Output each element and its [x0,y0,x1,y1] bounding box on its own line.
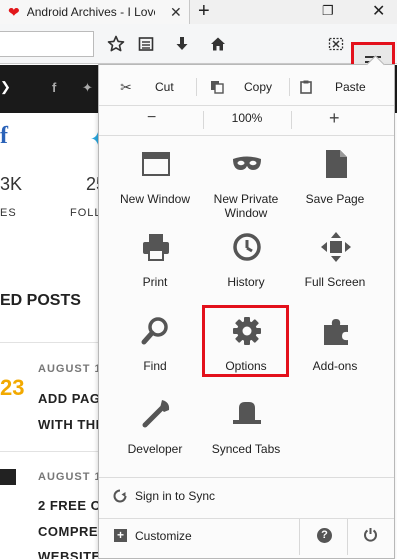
synced-tabs-button[interactable]: Synced Tabs [200,398,292,480]
new-private-window-button[interactable]: New Private Window [200,148,292,230]
paste-button[interactable]: Paste [297,72,366,102]
paste-label: Paste [335,80,366,94]
facebook-count-label: ES [0,207,17,219]
facebook-icon[interactable]: f [52,80,56,95]
clock-icon [233,233,261,261]
tile-label: New Private Window [213,192,279,220]
help-icon[interactable]: ? [317,528,332,543]
full-screen-button[interactable]: Full Screen [289,231,381,313]
url-bar[interactable] [0,31,94,57]
copy-label: Copy [244,80,273,94]
cut-label: Cut [155,80,174,94]
power-quit-icon[interactable] [363,527,378,546]
menu-footer: + Customize ? [99,519,394,555]
divider [347,519,348,555]
add-ons-button[interactable]: Add-ons [289,315,381,397]
zoom-out-button[interactable]: − [147,109,156,127]
new-window-icon [142,152,170,176]
restore-window-icon[interactable]: ❐ [322,3,334,19]
plus-icon: + [114,529,127,542]
zoom-in-button[interactable]: + [329,108,340,129]
tile-label: New Window [119,192,191,206]
chevron-icon[interactable]: ❯ [0,79,11,95]
customize-label: Customize [135,529,192,543]
active-tab[interactable]: ❤ Android Archives - I Love Free Softwar… [0,0,190,24]
divider [289,78,290,96]
customize-button[interactable]: + Customize [99,519,299,555]
tile-label: Full Screen [304,275,366,289]
divider [291,111,292,129]
magnifier-icon [141,317,168,345]
synced-tabs-icon [233,402,261,424]
copy-button[interactable]: Copy [208,72,272,102]
printer-icon [143,234,169,261]
edit-controls-row: ✂ Cut Copy Paste [99,72,394,102]
home-icon[interactable] [208,34,228,54]
download-icon[interactable] [172,34,192,54]
new-tab-button[interactable]: + [198,0,210,22]
divider [0,342,100,343]
scissors-icon: ✂ [120,78,132,95]
wrench-icon [142,400,170,428]
app-menu-panel: ✂ Cut Copy Paste − 100% + New Window New… [98,64,395,559]
bookmark-star-icon[interactable] [106,34,126,54]
zoom-controls-row: − 100% + [99,106,394,134]
options-highlight-box [202,305,289,377]
post-thumbnail[interactable] [0,469,16,485]
developer-button[interactable]: Developer [109,398,201,480]
related-posts-heading: ED POSTS [0,292,81,309]
sync-label: Sign in to Sync [135,489,216,503]
library-icon[interactable] [136,34,156,54]
clipboard-icon [297,80,315,94]
divider [0,451,100,452]
twitter-count-label: FOLL [70,207,102,219]
facebook-logo-icon[interactable]: f [0,123,8,150]
zoom-reset-button[interactable]: 100% [205,111,289,125]
post-thumbnail[interactable]: 23 [0,375,24,401]
divider [99,135,394,136]
title-bar: ❤ Android Archives - I Love Free Softwar… [0,0,397,24]
heart-favicon-icon: ❤ [8,4,20,20]
tile-label: Synced Tabs [211,442,281,456]
history-button[interactable]: History [200,231,292,313]
tab-close-icon[interactable]: ✕ [170,4,182,21]
save-page-icon [326,150,347,178]
print-button[interactable]: Print [109,231,201,313]
divider [203,111,204,129]
new-window-button[interactable]: New Window [109,148,201,230]
tile-label: Save Page [305,192,365,206]
private-mask-icon [233,156,261,170]
cut-button[interactable]: ✂ Cut [117,72,174,102]
screenshot-icon[interactable] [326,34,346,54]
close-window-icon[interactable]: ✕ [372,1,385,21]
copy-icon [208,80,226,94]
tile-label: History [227,275,265,289]
twitter-icon[interactable]: ✦ [82,80,93,96]
facebook-count: 3K [0,174,23,194]
tile-label: Developer [127,442,183,456]
full-screen-arrows-icon [321,232,351,262]
tile-label: Print [142,275,168,289]
divider [299,519,300,555]
save-page-button[interactable]: Save Page [289,148,381,230]
tile-label: Find [143,359,167,373]
divider [196,78,197,96]
tile-label: Add-ons [312,359,358,373]
puzzle-piece-icon [324,319,348,345]
navigation-toolbar [0,24,397,82]
sign-in-to-sync-button[interactable]: Sign in to Sync [99,478,394,514]
tab-title: Android Archives - I Love Free Software [26,5,155,19]
sync-icon [113,489,127,503]
find-button[interactable]: Find [109,315,201,397]
